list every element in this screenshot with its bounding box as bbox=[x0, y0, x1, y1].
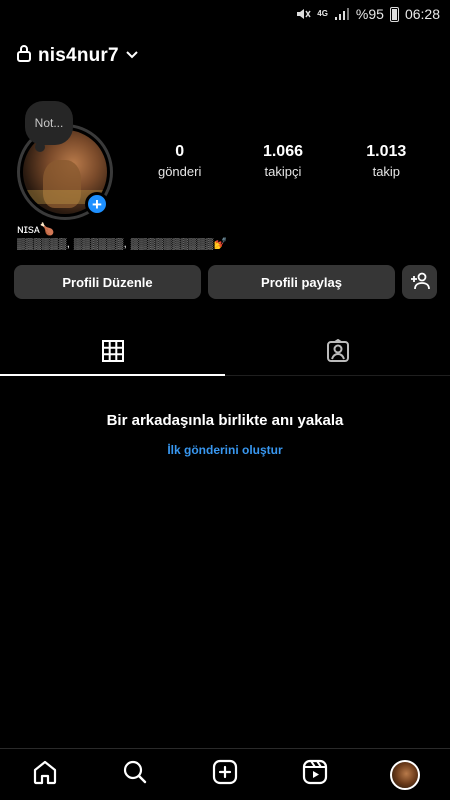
profile-stats: 0 gönderi 1.066 takipçi 1.013 takip bbox=[128, 143, 438, 179]
profile-tabs bbox=[0, 330, 450, 376]
stat-posts[interactable]: 0 gönderi bbox=[145, 143, 215, 179]
bio-name: ɴɪsᴀ🍗 bbox=[17, 222, 55, 236]
tab-tagged[interactable] bbox=[225, 330, 450, 376]
home-icon bbox=[32, 759, 58, 790]
signal-icon bbox=[334, 7, 350, 21]
stat-label: takipçi bbox=[264, 164, 302, 179]
add-person-icon bbox=[410, 272, 430, 293]
lock-icon bbox=[16, 44, 32, 67]
add-story-button[interactable]: + bbox=[85, 192, 109, 216]
bio-text: ▒▒▒▒▒▒, ▒▒▒▒▒▒, ▒▒▒▒▒▒▒▒▒▒💅 bbox=[17, 238, 228, 250]
nav-profile[interactable] bbox=[385, 755, 425, 795]
create-first-post-link[interactable]: İlk gönderini oluştur bbox=[0, 443, 450, 457]
tab-posts-grid[interactable] bbox=[0, 330, 225, 376]
username: nis4nur7 bbox=[38, 44, 119, 66]
bottom-nav bbox=[0, 748, 450, 800]
search-icon bbox=[122, 759, 148, 790]
stat-label: gönderi bbox=[157, 164, 202, 179]
plus-icon: + bbox=[92, 194, 102, 214]
create-icon bbox=[212, 759, 238, 790]
stat-following[interactable]: 1.013 takip bbox=[351, 143, 421, 179]
nav-home[interactable] bbox=[25, 755, 65, 795]
note-bubble[interactable]: Not... bbox=[25, 101, 73, 152]
mute-icon bbox=[295, 7, 311, 21]
stat-value: 0 bbox=[175, 143, 185, 160]
share-profile-button[interactable]: Profili paylaş bbox=[208, 265, 395, 299]
reels-icon bbox=[302, 759, 328, 790]
stat-value: 1.066 bbox=[262, 143, 303, 160]
stat-followers[interactable]: 1.066 takipçi bbox=[248, 143, 318, 179]
nav-create[interactable] bbox=[205, 755, 245, 795]
battery-percent: %95 bbox=[355, 6, 384, 22]
note-text: Not... bbox=[34, 116, 64, 130]
discover-people-button[interactable] bbox=[402, 265, 437, 299]
clock: 06:28 bbox=[404, 6, 440, 22]
avatar bbox=[390, 759, 420, 790]
active-tab-indicator bbox=[0, 374, 225, 376]
chevron-down-icon bbox=[125, 47, 139, 65]
empty-state-title: Bir arkadaşınla birlikte anı yakala bbox=[106, 412, 344, 429]
status-bar: 4G %95 06:28 bbox=[0, 0, 450, 28]
tagged-icon bbox=[326, 338, 350, 368]
nav-reels[interactable] bbox=[295, 755, 335, 795]
stat-value: 1.013 bbox=[366, 143, 407, 160]
stat-label: takip bbox=[372, 164, 401, 179]
edit-profile-button[interactable]: Profili Düzenle bbox=[14, 265, 201, 299]
network-type: 4G bbox=[317, 9, 328, 18]
nav-search[interactable] bbox=[115, 755, 155, 795]
grid-icon bbox=[101, 339, 124, 367]
account-switcher[interactable]: nis4nur7 bbox=[16, 44, 139, 67]
battery-icon bbox=[389, 6, 399, 22]
